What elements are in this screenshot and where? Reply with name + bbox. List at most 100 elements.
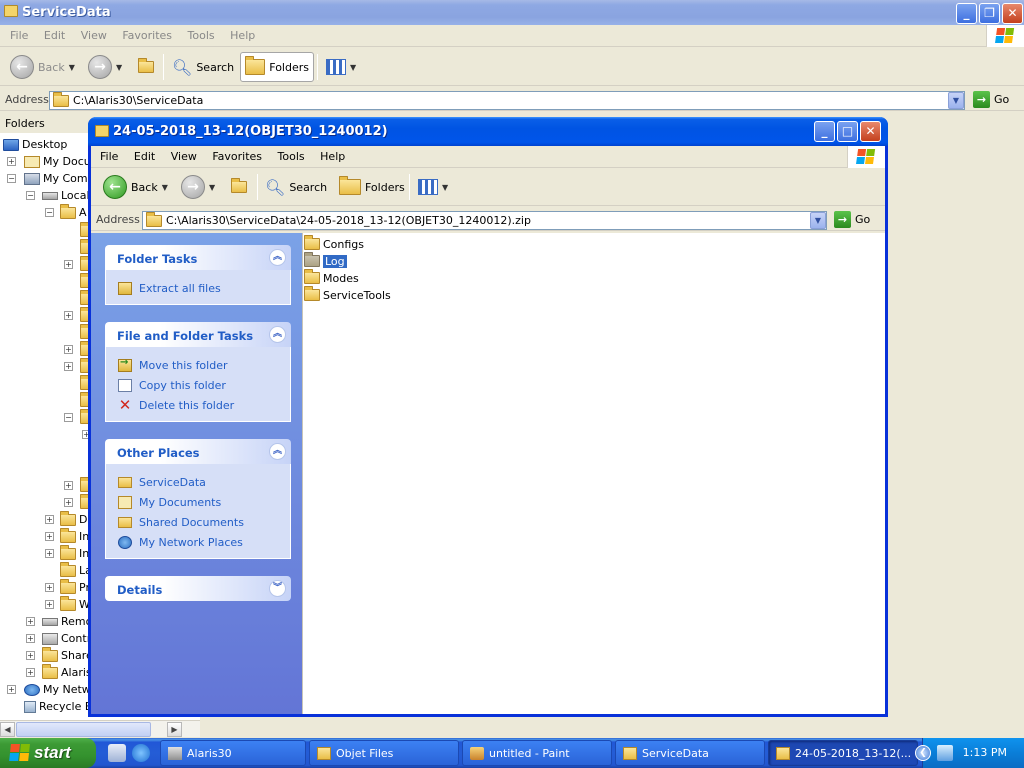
place-my-documents-link[interactable]: My Documents xyxy=(118,492,290,512)
tree-item-folder-in-1[interactable]: In xyxy=(60,527,89,545)
copy-folder-link[interactable]: Copy this folder xyxy=(118,375,290,395)
expand-toggle[interactable]: + xyxy=(64,345,73,354)
up-folder-button[interactable] xyxy=(134,52,158,82)
expand-chevron-icon[interactable]: ︾ xyxy=(269,580,286,597)
file-list[interactable]: Configs Log Modes ServiceTools xyxy=(302,233,885,714)
extract-all-files-link[interactable]: Extract all files xyxy=(118,278,290,298)
address-input[interactable]: C:\Alaris30\ServiceData\24-05-2018_13-12… xyxy=(142,211,827,230)
expand-toggle[interactable]: + xyxy=(64,498,73,507)
menu-favorites[interactable]: Favorites xyxy=(206,147,268,166)
menu-edit[interactable]: Edit xyxy=(38,26,71,45)
restore-button[interactable]: ❐ xyxy=(979,3,1000,24)
menu-tools[interactable]: Tools xyxy=(272,147,311,166)
up-folder-button[interactable] xyxy=(227,172,251,202)
list-item-log[interactable]: Log xyxy=(304,252,347,269)
show-desktop-icon[interactable] xyxy=(108,744,126,762)
minimize-button[interactable]: _ xyxy=(814,121,835,142)
tree-item-local-disk[interactable]: Local xyxy=(42,187,90,204)
back-button[interactable]: ← Back ▼ xyxy=(99,172,172,202)
collapse-chevron-icon[interactable]: ︽ xyxy=(269,443,286,460)
menu-file[interactable]: File xyxy=(4,26,34,45)
taskbar-item-objet-files[interactable]: Objet Files xyxy=(309,740,459,766)
go-button[interactable]: → Go xyxy=(834,211,870,228)
expand-toggle[interactable]: + xyxy=(7,157,16,166)
network-status-icon[interactable] xyxy=(937,745,953,761)
other-places-header[interactable]: Other Places ︽ xyxy=(105,439,291,464)
back-window-titlebar[interactable]: ServiceData _ ❐ ✕ xyxy=(0,0,1024,25)
expand-toggle[interactable]: + xyxy=(64,362,73,371)
menu-favorites[interactable]: Favorites xyxy=(116,26,178,45)
menu-file[interactable]: File xyxy=(94,147,124,166)
scroll-left-arrow-icon[interactable]: ◀ xyxy=(0,722,15,737)
tree-horizontal-scrollbar[interactable]: ◀ ▶ xyxy=(0,720,200,737)
expand-toggle[interactable]: + xyxy=(26,651,35,660)
place-my-network-places-link[interactable]: My Network Places xyxy=(118,532,290,552)
internet-explorer-icon[interactable] xyxy=(132,744,150,762)
scroll-right-arrow-icon[interactable]: ▶ xyxy=(167,722,182,737)
tree-item-recycle-bin[interactable]: Recycle B xyxy=(24,698,92,715)
expand-toggle[interactable]: + xyxy=(26,668,35,677)
tree-item-desktop[interactable]: Desktop xyxy=(3,136,67,153)
tree-item-removable-disk[interactable]: Remo xyxy=(42,613,92,630)
clock[interactable]: 1:13 PM xyxy=(963,746,1007,759)
scroll-thumb[interactable] xyxy=(16,722,151,737)
tree-item-shared-documents[interactable]: Share xyxy=(42,646,93,664)
folder-tasks-header[interactable]: Folder Tasks ︽ xyxy=(105,245,291,270)
search-button[interactable]: 🔍︎ Search xyxy=(168,52,238,82)
expand-toggle[interactable]: + xyxy=(45,515,54,524)
expand-toggle[interactable]: + xyxy=(45,600,54,609)
expand-toggle[interactable]: + xyxy=(45,583,54,592)
menu-help[interactable]: Help xyxy=(224,26,261,45)
front-window-titlebar[interactable]: 24-05-2018_13-12(OBJET30_1240012) _ □ ✕ xyxy=(88,117,888,146)
expand-toggle[interactable]: + xyxy=(64,260,73,269)
tree-item-folder-in-2[interactable]: In xyxy=(60,544,89,562)
search-button[interactable]: 🔍︎ Search xyxy=(261,172,331,202)
tree-item-folder-pr[interactable]: Pr xyxy=(60,578,90,596)
address-dropdown-button[interactable]: ▼ xyxy=(948,92,964,109)
views-button[interactable]: ▼ xyxy=(414,172,452,202)
menu-help[interactable]: Help xyxy=(314,147,351,166)
expand-toggle[interactable]: + xyxy=(64,481,73,490)
taskbar-item-servicedata[interactable]: ServiceData xyxy=(615,740,765,766)
taskbar-item-alaris30[interactable]: Alaris30 xyxy=(160,740,306,766)
minimize-button[interactable]: _ xyxy=(956,3,977,24)
collapse-chevron-icon[interactable]: ︽ xyxy=(269,326,286,343)
menu-view[interactable]: View xyxy=(165,147,203,166)
expand-toggle[interactable]: + xyxy=(45,532,54,541)
menu-tools[interactable]: Tools xyxy=(182,26,221,45)
go-button[interactable]: → Go xyxy=(973,91,1009,108)
list-item-configs[interactable]: Configs xyxy=(304,235,364,252)
expand-toggle[interactable]: + xyxy=(45,549,54,558)
collapse-toggle[interactable]: − xyxy=(7,174,16,183)
expand-toggle[interactable]: + xyxy=(26,634,35,643)
collapse-toggle[interactable]: − xyxy=(64,413,73,422)
list-item-servicetools[interactable]: ServiceTools xyxy=(304,286,391,303)
expand-toggle[interactable]: + xyxy=(26,617,35,626)
maximize-button[interactable]: □ xyxy=(837,121,858,142)
front-window-zip[interactable]: 24-05-2018_13-12(OBJET30_1240012) _ □ ✕ … xyxy=(88,117,888,717)
move-folder-link[interactable]: Move this folder xyxy=(118,355,290,375)
tree-item-folder-d[interactable]: D xyxy=(60,510,87,528)
close-button[interactable]: ✕ xyxy=(860,121,881,142)
expand-toggle[interactable]: + xyxy=(7,685,16,694)
views-button[interactable]: ▼ xyxy=(322,52,360,82)
tree-item-alaris-folder[interactable]: A xyxy=(60,203,87,221)
folders-button[interactable]: Folders xyxy=(240,52,314,82)
tree-item-my-documents[interactable]: My Docun xyxy=(24,153,98,170)
tree-item-control-panel[interactable]: Contr xyxy=(42,630,91,647)
place-servicedata-link[interactable]: ServiceData xyxy=(118,472,290,492)
taskbar-item-paint[interactable]: untitled - Paint xyxy=(462,740,612,766)
address-dropdown-button[interactable]: ▼ xyxy=(810,212,826,229)
collapse-chevron-icon[interactable]: ︽ xyxy=(269,249,286,266)
start-button[interactable]: start xyxy=(0,738,96,768)
taskbar-item-zip-window[interactable]: 24-05-2018_13-12(... xyxy=(768,740,918,766)
collapse-toggle[interactable]: − xyxy=(45,208,54,217)
forward-button[interactable]: → ▼ xyxy=(84,52,126,82)
place-shared-documents-link[interactable]: Shared Documents xyxy=(118,512,290,532)
menu-view[interactable]: View xyxy=(75,26,113,45)
list-item-modes[interactable]: Modes xyxy=(304,269,359,286)
menu-edit[interactable]: Edit xyxy=(128,147,161,166)
back-button[interactable]: ← Back ▼ xyxy=(6,52,79,82)
tree-item-alaris[interactable]: Alaris xyxy=(42,663,92,681)
tray-expand-chevron-icon[interactable]: ❮ xyxy=(915,745,931,761)
